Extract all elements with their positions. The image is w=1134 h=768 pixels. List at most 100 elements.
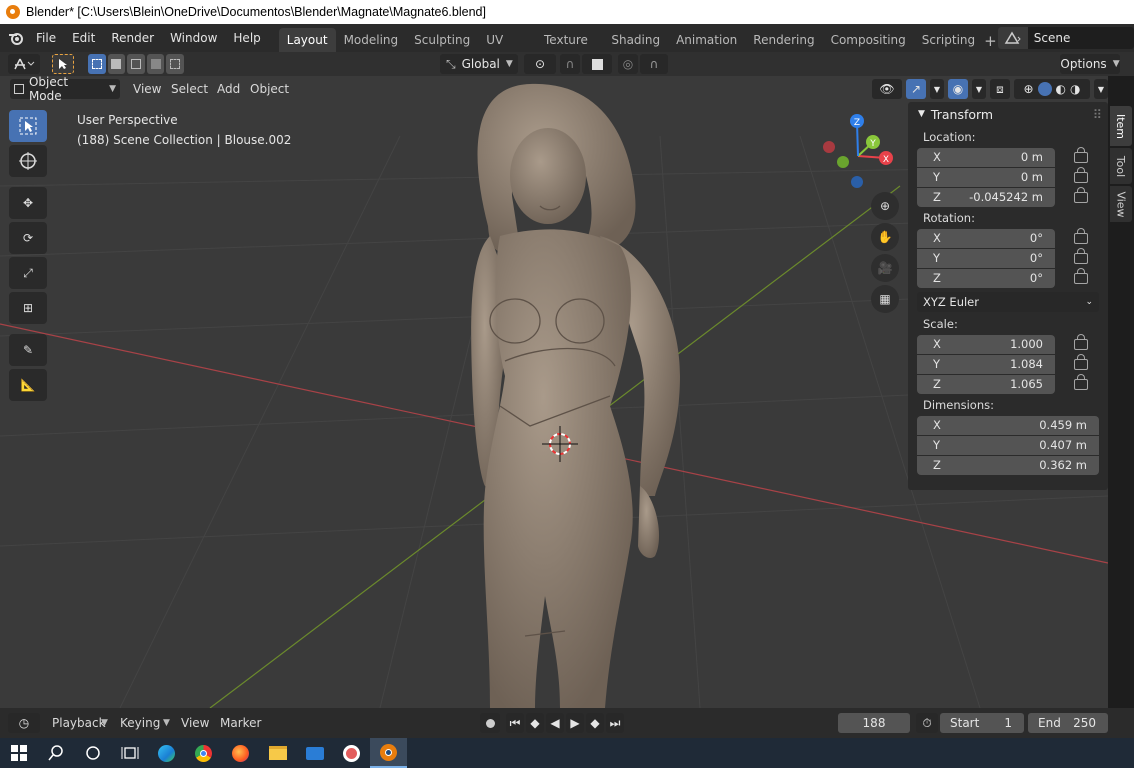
shading-dropdown[interactable]: ▼ [1094, 79, 1108, 99]
select-extend-icon[interactable] [107, 54, 126, 74]
menu-help[interactable]: Help [225, 31, 268, 45]
gizmo-toggle[interactable]: ↗ [906, 79, 926, 99]
edge-browser-icon[interactable] [148, 738, 185, 768]
tab-modeling[interactable]: Modeling [336, 28, 407, 52]
windows-start-icon[interactable] [0, 738, 37, 768]
dimensions-x-field[interactable]: X 0.459 m [917, 415, 1099, 435]
menu-file[interactable]: File [28, 31, 64, 45]
dimensions-z-field[interactable]: Z 0.362 m [917, 455, 1099, 475]
pan-hand-icon[interactable]: ✋ [871, 223, 899, 251]
current-frame-field[interactable]: 188 [838, 713, 910, 733]
viewport-menu-view[interactable]: View [133, 82, 161, 96]
transform-tool-icon[interactable]: ⊞ [9, 292, 47, 324]
tab-view[interactable]: View [1110, 186, 1132, 222]
prev-keyframe-icon[interactable]: ◆ [526, 713, 544, 733]
tab-layout[interactable]: Layout [278, 28, 336, 52]
pivot-point-dropdown[interactable]: ⊙ [524, 54, 556, 74]
visibility-dropdown[interactable]: 👁 [872, 79, 902, 99]
drag-handle-icon[interactable]: ⠿ [1093, 107, 1102, 122]
search-icon[interactable] [37, 738, 74, 768]
lock-icon[interactable] [1074, 373, 1088, 390]
menu-render[interactable]: Render [103, 31, 162, 45]
scale-y-field[interactable]: Y 1.084 [917, 354, 1055, 374]
stopwatch-icon[interactable]: ⏱ [916, 713, 938, 733]
move-tool-icon[interactable]: ✥ [9, 187, 47, 219]
add-workspace-button[interactable]: + [983, 30, 998, 52]
tab-tool[interactable]: Tool [1110, 148, 1132, 184]
tab-compositing[interactable]: Compositing [823, 28, 914, 52]
timeline-menu-playback[interactable]: Playback [52, 716, 106, 730]
mail-icon[interactable] [296, 738, 333, 768]
solid-shading-icon[interactable] [1037, 82, 1052, 96]
scene-name[interactable]: Scene [1028, 31, 1071, 45]
menu-window[interactable]: Window [162, 31, 225, 45]
timeline-menu-view[interactable]: View [181, 716, 209, 730]
tab-shading[interactable]: Shading [603, 28, 668, 52]
overlay-toggle[interactable]: ◉ [948, 79, 968, 99]
menu-edit[interactable]: Edit [64, 31, 103, 45]
scale-x-field[interactable]: X 1.000 [917, 334, 1055, 354]
gizmo-dropdown[interactable]: ▼ [930, 79, 944, 99]
overlay-dropdown[interactable]: ▼ [972, 79, 986, 99]
chrome-browser-icon[interactable] [185, 738, 222, 768]
firefox-browser-icon[interactable] [222, 738, 259, 768]
next-keyframe-icon[interactable]: ◆ [586, 713, 604, 733]
blender-taskbar-icon[interactable] [370, 738, 407, 768]
scene-selector[interactable]: Scene [997, 27, 1134, 49]
lock-icon[interactable] [1074, 247, 1088, 264]
rotation-z-field[interactable]: Z 0° [917, 268, 1055, 288]
rendered-shading-icon[interactable]: ◑ [1070, 82, 1080, 96]
location-y-field[interactable]: Y 0 m [917, 167, 1055, 187]
lock-icon[interactable] [1074, 227, 1088, 244]
rotation-mode-dropdown[interactable]: XYZ Euler ⌄ [917, 292, 1099, 312]
annotate-tool-icon[interactable]: ✎ [9, 334, 47, 366]
lock-icon[interactable] [1074, 166, 1088, 183]
wireframe-shading-icon[interactable]: ⊕ [1023, 82, 1033, 96]
rotation-x-field[interactable]: X 0° [917, 228, 1055, 248]
file-explorer-icon[interactable] [259, 738, 296, 768]
tab-animation[interactable]: Animation [668, 28, 745, 52]
falloff-dropdown[interactable]: ∩ [640, 54, 668, 74]
snap-element-dropdown[interactable] [582, 54, 612, 74]
tab-texture-paint[interactable]: Texture Paint [536, 28, 603, 71]
jump-start-icon[interactable]: ⏮ [506, 713, 524, 733]
play-reverse-icon[interactable]: ◀ [546, 713, 564, 733]
viewport-menu-object[interactable]: Object [250, 82, 289, 96]
lock-icon[interactable] [1074, 333, 1088, 350]
tab-rendering[interactable]: Rendering [745, 28, 822, 52]
proportional-edit-toggle[interactable]: ◎ [618, 54, 638, 74]
timeline-menu-marker[interactable]: Marker [220, 716, 261, 730]
app-icon[interactable] [333, 738, 370, 768]
perspective-grid-icon[interactable]: ▦ [871, 285, 899, 313]
tab-item[interactable]: Item [1110, 106, 1132, 146]
rotation-y-field[interactable]: Y 0° [917, 248, 1055, 268]
blender-menu-icon[interactable] [8, 29, 24, 47]
snap-toggle[interactable]: ∩ [560, 54, 580, 74]
tab-sculpting[interactable]: Sculpting [406, 28, 478, 52]
timeline-editor-type-dropdown[interactable]: ◷ [8, 713, 40, 733]
transform-panel-header[interactable]: ▼ Transform ⠿ [908, 102, 1108, 126]
location-x-field[interactable]: X 0 m [917, 147, 1055, 167]
select-subtract-icon[interactable] [127, 54, 145, 74]
timeline-menu-keying[interactable]: Keying [120, 716, 160, 730]
navigation-gizmo[interactable]: X Y Z [823, 114, 893, 188]
zoom-icon[interactable]: ⊕ [871, 192, 899, 220]
dimensions-y-field[interactable]: Y 0.407 m [917, 435, 1099, 455]
lock-icon[interactable] [1074, 267, 1088, 284]
scale-tool-icon[interactable]: ⤢ [9, 257, 47, 289]
viewport-menu-add[interactable]: Add [217, 82, 240, 96]
record-button[interactable] [480, 713, 500, 733]
jump-end-icon[interactable]: ⏭ [606, 713, 624, 733]
start-frame-field[interactable]: Start 1 [940, 713, 1024, 733]
end-frame-field[interactable]: End 250 [1028, 713, 1108, 733]
lock-icon[interactable] [1074, 186, 1088, 203]
editor-type-dropdown[interactable] [8, 54, 40, 74]
tab-scripting[interactable]: Scripting [914, 28, 983, 52]
task-view-icon[interactable] [111, 738, 148, 768]
lock-icon[interactable] [1074, 353, 1088, 370]
tab-uv-editing[interactable]: UV Editing [478, 28, 536, 71]
location-z-field[interactable]: Z -0.045242 m [917, 187, 1055, 207]
cursor-tool-icon[interactable] [9, 145, 47, 177]
scale-z-field[interactable]: Z 1.065 [917, 374, 1055, 394]
camera-view-icon[interactable]: 🎥 [871, 254, 899, 282]
